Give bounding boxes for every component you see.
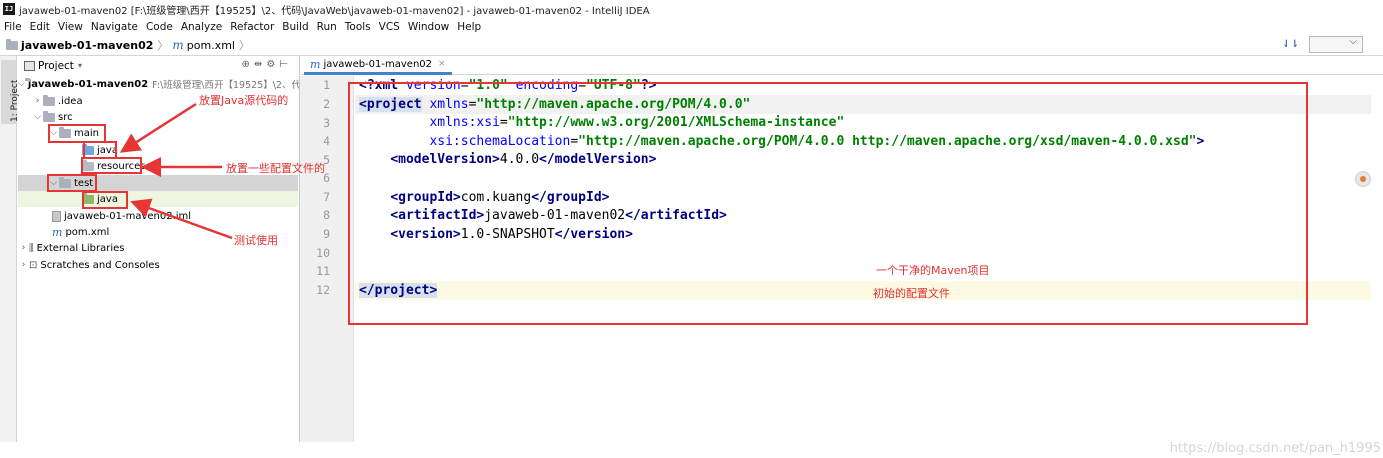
note-initial-config: 初始的配置文件: [873, 287, 950, 300]
arrow-to-java: [119, 102, 197, 153]
note-java-source: 放置Java源代码的: [199, 94, 289, 107]
note-clean-project: 一个干净的Maven项目: [876, 264, 990, 277]
menu-window[interactable]: Window: [408, 21, 449, 33]
annotation-arrows: [119, 102, 233, 240]
note-config-files: 放置一些配置文件的: [226, 162, 325, 175]
chevron-right-icon[interactable]: ›: [18, 260, 29, 270]
editor-tab-bar: m javaweb-01-maven02 ×: [299, 56, 1383, 75]
annotation-box-editor: [348, 82, 1308, 325]
watermark: https://blog.csdn.net/pan_h1995: [1169, 441, 1381, 456]
scratches-icon: ⊡: [29, 259, 38, 271]
navbar-right-tools: ⇃⇂: [1282, 36, 1363, 53]
menu-help[interactable]: Help: [457, 21, 481, 33]
run-configuration-dropdown[interactable]: [1309, 36, 1363, 53]
build-project-icon[interactable]: ⇃⇂: [1282, 39, 1299, 50]
line-number: 12: [316, 283, 330, 297]
browser-preview-icon[interactable]: [1355, 171, 1371, 187]
close-icon[interactable]: ×: [438, 59, 446, 69]
tree-label: Scratches and Consoles: [40, 259, 160, 271]
note-testing: 测试使用: [234, 234, 278, 247]
line-number: 11: [316, 264, 330, 278]
arrow-to-test-java: [130, 198, 233, 240]
